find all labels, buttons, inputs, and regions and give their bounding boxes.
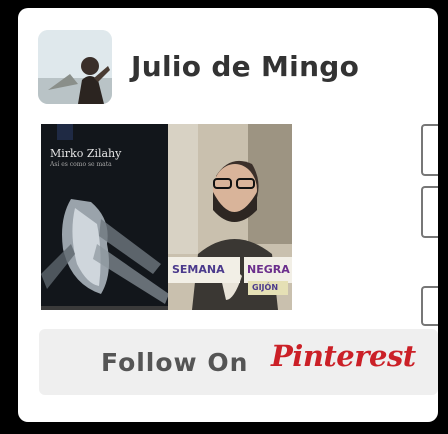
pinterest-logo: Pinterest — [271, 339, 416, 373]
book-title: Así es como se mata — [50, 161, 112, 168]
pin-partial-bottom[interactable] — [421, 286, 438, 326]
pinterest-profile-widget: Julio de Mingo Mirko Zilahy Así es como … — [18, 8, 438, 422]
follow-label: Follow On — [101, 348, 249, 377]
profile-name[interactable]: Julio de Mingo — [131, 50, 359, 83]
sign-gijon: GIJÓN — [248, 281, 288, 295]
sign-semana: SEMANA — [168, 257, 240, 283]
sign-negra: NEGRA — [244, 257, 292, 283]
profile-photo-icon — [38, 30, 112, 104]
pin-portrait-photo[interactable]: SEMANA NEGRA GIJÓN — [168, 124, 292, 310]
book-spine-edge — [41, 306, 169, 310]
avatar[interactable] — [38, 30, 112, 104]
pin-partial-middle[interactable] — [421, 186, 438, 238]
pin-book-cover[interactable]: Mirko Zilahy Así es como se mata — [41, 124, 169, 307]
book-author: Mirko Zilahy — [50, 147, 122, 160]
follow-on-pinterest-button[interactable]: Follow On Pinterest — [39, 329, 438, 395]
pin-partial-top[interactable] — [421, 124, 438, 176]
